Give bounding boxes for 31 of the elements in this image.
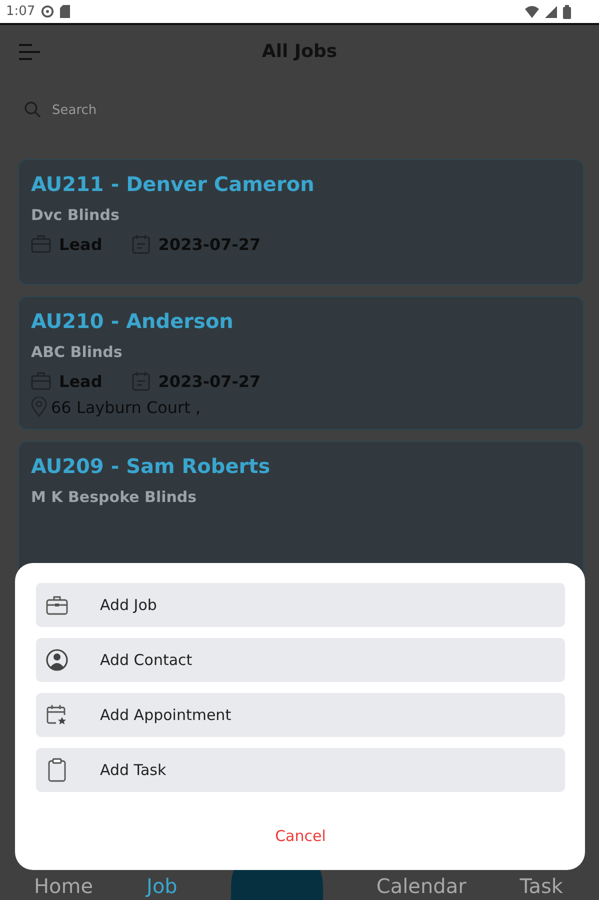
search-icon	[24, 101, 42, 119]
action-item[interactable]: Add Appointment	[36, 693, 565, 737]
nav-tab[interactable]: Home	[34, 874, 94, 900]
company-name: M K Bespoke Blinds	[31, 488, 198, 506]
action-item[interactable]: Add Contact	[36, 638, 565, 682]
battery-icon	[563, 4, 571, 18]
calendar-star-icon	[46, 704, 68, 726]
job-title: AU209 - Sam Roberts	[31, 454, 272, 478]
company-name: Dvc Blinds	[31, 206, 120, 224]
briefcase-icon	[46, 595, 68, 615]
job-title: AU210 - Anderson	[31, 309, 234, 333]
calendar-icon	[132, 234, 150, 254]
search-field[interactable]: Search	[50, 102, 224, 118]
sim-card-icon	[60, 5, 70, 18]
status-time: 1:07	[6, 4, 36, 19]
calendar-icon	[132, 371, 150, 391]
job-title: AU211 - Denver Cameron	[31, 172, 316, 196]
nav-tab[interactable]: Job	[146, 874, 178, 900]
cancel-button[interactable]: Cancel	[267, 823, 334, 849]
nav-tab[interactable]: Calendar	[376, 874, 466, 900]
location-pin-icon	[31, 397, 47, 417]
signal-icon	[545, 6, 557, 18]
wifi-icon	[525, 6, 539, 18]
person-icon	[46, 649, 68, 671]
briefcase-icon	[31, 235, 51, 253]
company-name: ABC Blinds	[31, 343, 124, 361]
briefcase-icon	[31, 372, 51, 390]
action-item[interactable]: Add Job	[36, 583, 565, 627]
nav-tab[interactable]: Task	[520, 874, 563, 900]
action-item[interactable]: Add Task	[36, 748, 565, 792]
clipboard-icon	[46, 758, 68, 782]
